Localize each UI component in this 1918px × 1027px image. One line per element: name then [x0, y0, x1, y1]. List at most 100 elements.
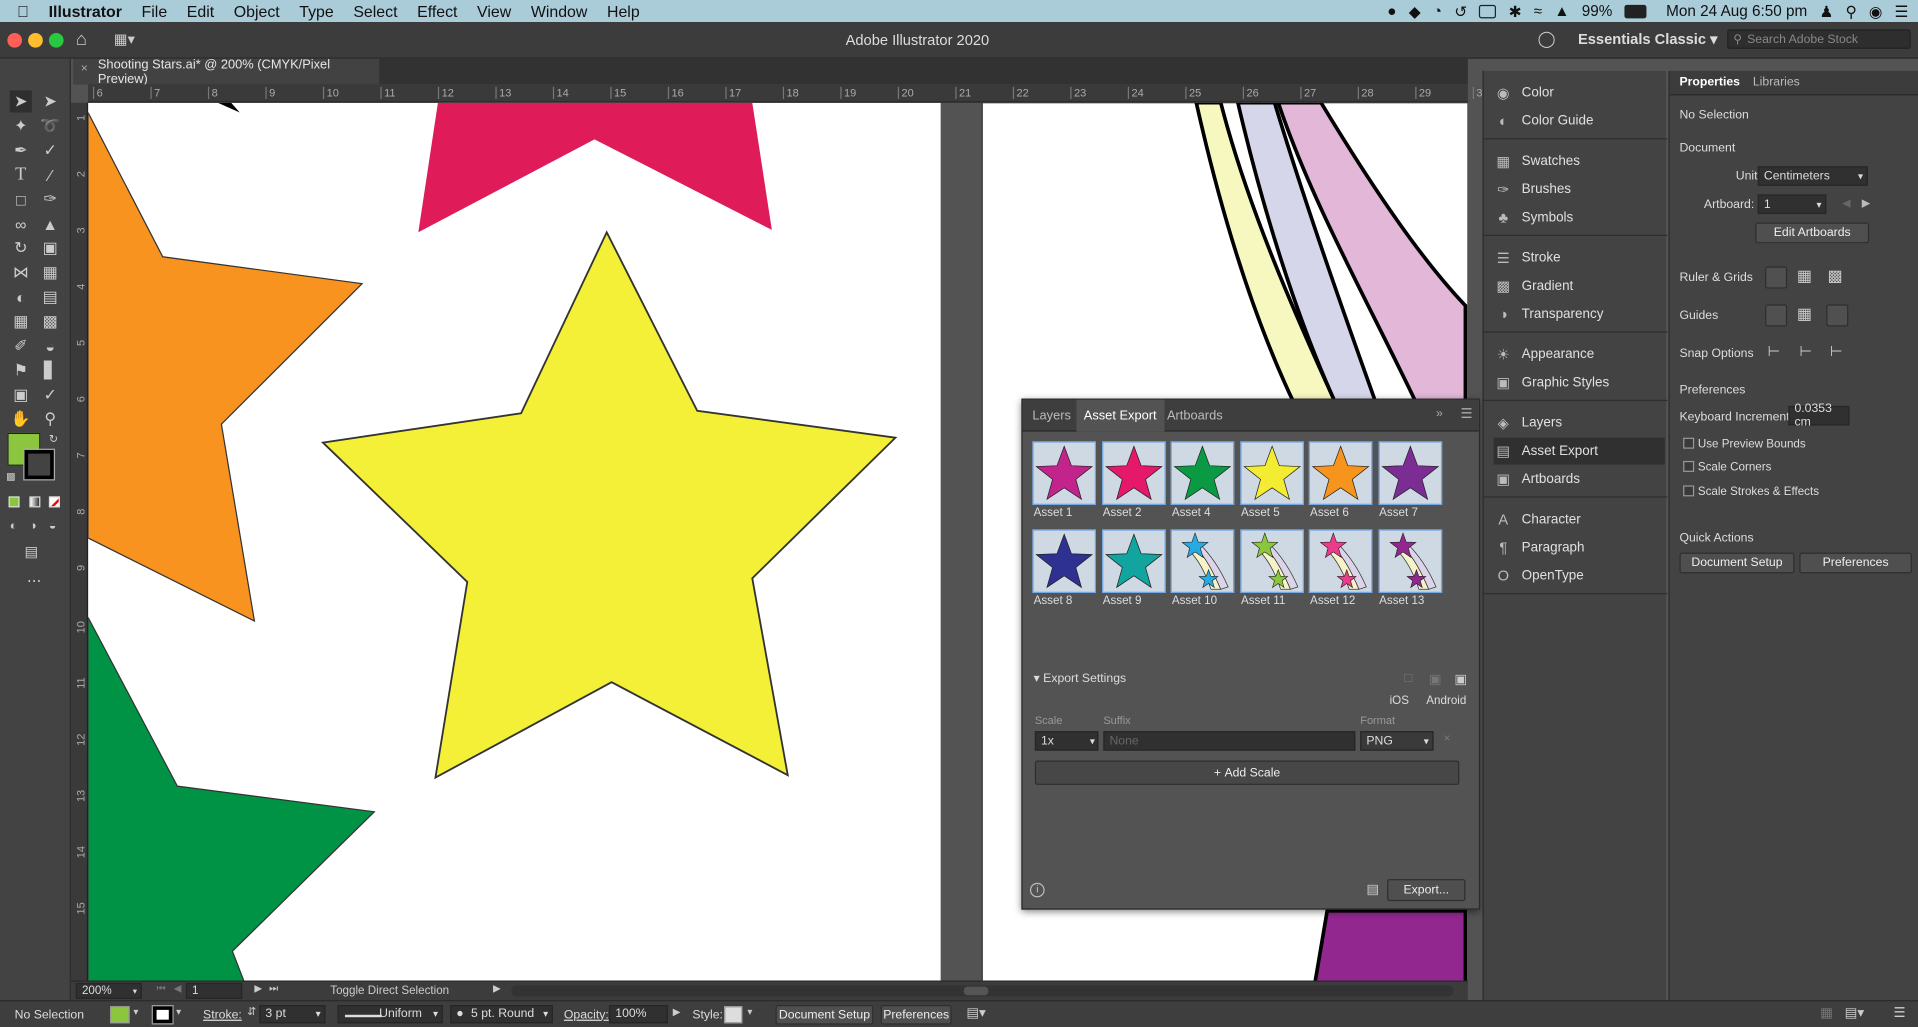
units-select[interactable]: Centimeters ▾	[1757, 166, 1868, 186]
time-machine-icon[interactable]: ↺	[1454, 2, 1467, 20]
clock[interactable]: Mon 24 Aug 6:50 pm	[1666, 2, 1807, 19]
search-input[interactable]: Search Adobe Stock	[1747, 32, 1858, 45]
asset-thumbnail[interactable]	[1170, 441, 1235, 505]
horizontal-scrollbar[interactable]	[511, 985, 1454, 997]
blend-tool-icon[interactable]: ◒	[39, 335, 61, 357]
keyboard-increment-input[interactable]: 0.0353 cm	[1788, 402, 1850, 429]
width-tool-icon[interactable]: ⋈	[10, 262, 32, 284]
next-artboard-nav-icon[interactable]: ▶	[254, 983, 262, 994]
panel-item-artboards[interactable]: ▣ Artboards	[1494, 466, 1665, 493]
type-tool-icon[interactable]: T	[10, 164, 32, 186]
scale-corners-checkbox[interactable]	[1683, 460, 1695, 472]
grid-icon[interactable]: ▦	[1797, 267, 1812, 287]
symbol-sprayer-tool-icon[interactable]: ⚑	[10, 359, 32, 381]
paintbrush-tool-icon[interactable]: ✑	[39, 188, 61, 210]
shaper-tool-icon[interactable]: ∞	[10, 213, 32, 235]
zoom-select[interactable]: 200% ▾	[75, 982, 142, 999]
creative-cloud-icon[interactable]: ●	[1387, 2, 1396, 19]
control-bar-menu-icon[interactable]: ☰	[1894, 1005, 1906, 1021]
free-transform-tool-icon[interactable]: ▦	[39, 262, 61, 284]
arrange-documents-icon[interactable]: ▤▾	[966, 1005, 985, 1021]
chevron-down-icon[interactable]: ▾	[133, 1006, 138, 1017]
previous-artboard-icon[interactable]: ◀	[1842, 197, 1850, 210]
export-button[interactable]: Export...	[1387, 879, 1466, 902]
opacity-arrow-icon[interactable]: ▶	[673, 1006, 681, 1017]
panel-item-appearance[interactable]: ☀ Appearance	[1494, 341, 1665, 368]
artboard-select[interactable]: 1 ▾	[1757, 194, 1827, 214]
snap-to-point-icon[interactable]: ⊢	[1768, 342, 1781, 359]
scrollbar-thumb[interactable]	[963, 986, 989, 996]
lasso-tool-icon[interactable]: ➰	[39, 115, 61, 137]
draw-normal-icon[interactable]: ◐	[10, 520, 17, 533]
battery-percent[interactable]: 99%	[1582, 2, 1613, 19]
add-to-export-icon[interactable]: □	[1404, 671, 1412, 686]
panel-item-swatches[interactable]: ▦ Swatches	[1494, 148, 1665, 175]
preferences-button[interactable]: Preferences	[1799, 552, 1912, 574]
show-guides-icon[interactable]	[1765, 304, 1788, 327]
menu-help[interactable]: Help	[597, 2, 649, 20]
tab-libraries[interactable]: Libraries	[1753, 76, 1800, 89]
document-tab[interactable]: × Shooting Stars.ai* @ 200% (CMYK/Pixel …	[73, 57, 380, 86]
asset-thumbnail[interactable]	[1377, 529, 1442, 593]
panel-item-graphic-styles[interactable]: ▣ Graphic Styles	[1494, 369, 1665, 396]
asset-thumbnail[interactable]	[1377, 441, 1442, 505]
shape-builder-tool-icon[interactable]: ◐	[10, 286, 32, 308]
asset-thumbnail[interactable]	[1032, 529, 1096, 593]
airplay-icon[interactable]	[1479, 4, 1497, 18]
ios-preset-button[interactable]: iOS	[1390, 694, 1409, 707]
transparency-grid-icon[interactable]: ▩	[1827, 267, 1842, 287]
panel-item-transparency[interactable]: ◑ Transparency	[1494, 301, 1665, 328]
export-settings-header[interactable]: ▾ Export Settings	[1034, 672, 1127, 685]
suffix-input[interactable]: None	[1103, 731, 1356, 751]
default-fill-stroke-icon[interactable]: ▩	[6, 471, 15, 482]
document-setup-control-button[interactable]: Document Setup	[775, 1004, 874, 1025]
stroke-stepper-icon[interactable]: ⇵	[247, 1005, 256, 1018]
vertical-ruler[interactable]: 1 2 3 4 5 6 7 8 9 10 11 12 13 14 15	[70, 102, 89, 981]
asset-thumbnail[interactable]	[1101, 529, 1166, 593]
wifi-icon[interactable]: ≈	[1534, 2, 1542, 19]
hand-tool-icon[interactable]: ✋	[10, 408, 32, 430]
slice-tool-icon[interactable]: ✓	[39, 384, 61, 406]
pen-tool-icon[interactable]: ✒	[10, 139, 32, 161]
panel-item-color[interactable]: ◉ Color	[1494, 79, 1665, 106]
preferences-control-button[interactable]: Preferences	[880, 1004, 952, 1025]
edit-toolbar-icon[interactable]: ⋯	[27, 572, 42, 589]
chevron-down-icon[interactable]: ▾	[176, 1006, 181, 1017]
last-artboard-icon[interactable]: ⏭	[269, 983, 278, 995]
lock-guides-icon[interactable]: ▦	[1797, 304, 1812, 324]
collapse-panel-icon[interactable]: »	[1436, 407, 1443, 420]
edit-artboards-button[interactable]: Edit Artboards	[1755, 222, 1870, 244]
stroke-color-swatch[interactable]	[23, 448, 56, 481]
swap-fill-stroke-icon[interactable]: ↻	[49, 433, 58, 446]
status-menu-arrow-icon[interactable]: ▶	[493, 983, 501, 994]
transform-icon[interactable]: ▦	[1820, 1005, 1833, 1021]
gradient-mode-icon[interactable]	[29, 496, 41, 508]
siri-icon[interactable]: ◉	[1869, 2, 1882, 20]
artboard-number-select[interactable]: 1	[185, 982, 243, 999]
next-artboard-icon[interactable]: ▶	[1862, 197, 1870, 210]
asset-thumbnail[interactable]	[1170, 529, 1235, 593]
opacity-input[interactable]: 100%	[609, 1004, 668, 1024]
chevron-down-icon[interactable]: ▾	[747, 1006, 752, 1017]
menu-view[interactable]: View	[467, 2, 521, 20]
fill-swatch-control[interactable]	[110, 1006, 130, 1024]
panel-item-character[interactable]: A Character	[1494, 506, 1665, 533]
stroke-swatch-control[interactable]	[151, 1004, 174, 1025]
export-settings-icon[interactable]: ▤	[1366, 882, 1379, 898]
purple-shape[interactable]	[1313, 909, 1468, 981]
variable-width-profile-select[interactable]: Uniform ▾	[337, 1004, 443, 1024]
graphic-style-swatch[interactable]	[724, 1006, 743, 1024]
app-menu[interactable]: Illustrator	[39, 2, 132, 20]
panel-item-gradient[interactable]: ▩ Gradient	[1494, 273, 1665, 300]
rotate-tool-icon[interactable]: ↻	[10, 237, 32, 259]
column-graph-tool-icon[interactable]: ▋	[39, 359, 61, 381]
panel-menu-icon[interactable]: ☰	[1461, 406, 1473, 422]
snap-to-pixel-icon[interactable]: ⊢	[1830, 342, 1843, 359]
curvature-tool-icon[interactable]: ✓	[39, 139, 61, 161]
tab-properties[interactable]: Properties	[1679, 76, 1740, 89]
scale-select[interactable]: 1x ▾	[1034, 731, 1099, 751]
trash-icon[interactable]: ▣	[1454, 671, 1467, 687]
mesh-tool-icon[interactable]: ▦	[10, 311, 32, 333]
brush-definition-select[interactable]: ● 5 pt. Round ▾	[450, 1004, 553, 1024]
document-setup-button[interactable]: Document Setup	[1679, 552, 1795, 574]
